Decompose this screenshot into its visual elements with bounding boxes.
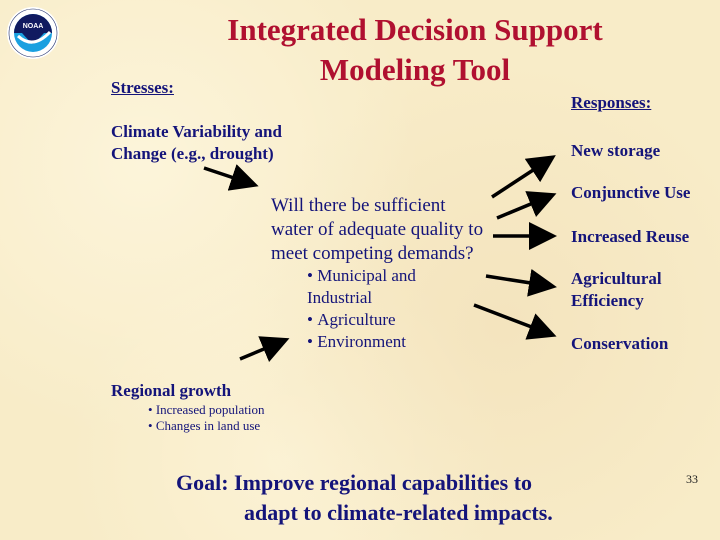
arrow-to-agricultural-efficiency bbox=[485, 268, 557, 297]
arrow-to-conjunctive-use bbox=[496, 191, 557, 220]
arrow-climate-to-question bbox=[203, 164, 259, 191]
arrow-growth-to-question bbox=[239, 336, 290, 363]
arrows-layer bbox=[203, 155, 557, 363]
arrow-to-new-storage bbox=[491, 155, 556, 199]
arrow-to-conservation bbox=[473, 303, 557, 340]
